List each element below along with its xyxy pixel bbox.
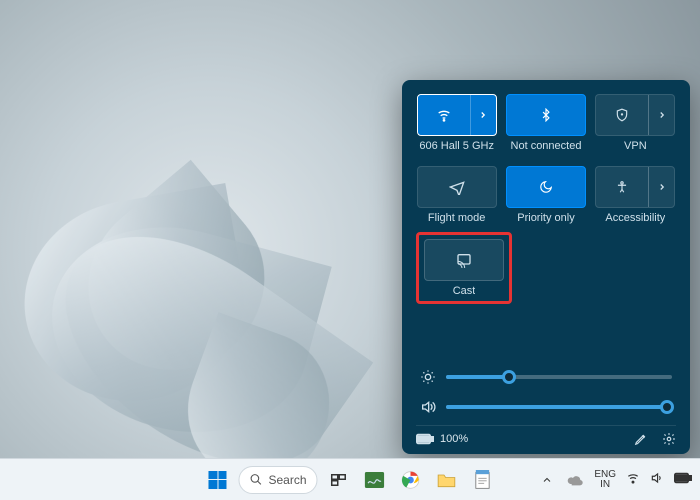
volume-icon <box>420 399 436 415</box>
notepad-app[interactable] <box>468 465 498 495</box>
chevron-right-icon <box>657 110 667 120</box>
chevron-up-icon <box>541 474 553 486</box>
cast-icon <box>456 252 472 268</box>
pinned-app-1[interactable] <box>360 465 390 495</box>
tray-network[interactable] <box>626 471 640 488</box>
flight-mode-tile[interactable] <box>417 166 497 208</box>
brightness-icon <box>420 369 436 385</box>
cast-label: Cast <box>453 285 476 297</box>
battery-percent-text: 100% <box>440 433 468 445</box>
pencil-icon <box>634 432 648 446</box>
folder-icon <box>437 471 457 489</box>
chrome-icon <box>401 470 421 490</box>
accessibility-toggle[interactable] <box>596 167 648 207</box>
accessibility-tile[interactable] <box>595 166 675 208</box>
taskbar-search[interactable]: Search <box>238 466 317 494</box>
file-explorer-app[interactable] <box>432 465 462 495</box>
bluetooth-icon <box>539 108 553 122</box>
task-view-button[interactable] <box>324 465 354 495</box>
battery-icon <box>416 433 434 445</box>
tray-overflow-button[interactable] <box>538 465 556 495</box>
volume-icon <box>650 471 664 485</box>
search-icon <box>249 473 262 486</box>
taskbar: Search <box>0 458 700 500</box>
focus-tile[interactable] <box>506 166 586 208</box>
accessibility-icon <box>615 180 629 194</box>
vpn-tile[interactable] <box>595 94 675 136</box>
task-view-icon <box>330 471 348 489</box>
shield-icon <box>615 108 629 122</box>
notepad-icon <box>474 470 492 490</box>
search-placeholder: Search <box>268 473 306 487</box>
cast-tile[interactable] <box>424 239 504 281</box>
app-icon <box>365 472 385 488</box>
moon-icon <box>539 180 553 194</box>
wifi-icon <box>626 471 640 485</box>
vpn-expand-button[interactable] <box>648 95 674 135</box>
quick-settings-footer: 100% <box>416 425 676 446</box>
quick-tiles-grid: 606 Hall 5 GHz Not connected VPN <box>416 94 676 224</box>
vpn-toggle[interactable] <box>596 95 648 135</box>
edit-quick-settings-button[interactable] <box>634 432 648 446</box>
language-indicator[interactable]: ENG IN <box>594 470 616 490</box>
cast-highlight-annotation: Cast <box>416 232 512 304</box>
gear-icon <box>662 432 676 446</box>
accessibility-expand-button[interactable] <box>648 167 674 207</box>
bluetooth-tile[interactable] <box>506 94 586 136</box>
volume-track[interactable] <box>446 405 672 409</box>
accessibility-label: Accessibility <box>605 212 665 224</box>
airplane-icon <box>449 179 465 195</box>
quick-settings-panel: 606 Hall 5 GHz Not connected VPN <box>402 80 690 454</box>
windows-logo-icon <box>208 471 226 489</box>
wifi-icon <box>436 107 452 123</box>
language-bottom: IN <box>600 480 610 490</box>
desktop-wallpaper: 606 Hall 5 GHz Not connected VPN <box>0 0 700 500</box>
cloud-icon <box>567 474 583 486</box>
tray-onedrive[interactable] <box>566 465 584 495</box>
focus-label: Priority only <box>517 212 574 224</box>
tray-volume[interactable] <box>650 471 664 488</box>
wifi-expand-button[interactable] <box>470 95 496 135</box>
brightness-track[interactable] <box>446 375 672 379</box>
battery-icon <box>674 472 692 484</box>
vpn-label: VPN <box>624 140 647 152</box>
chrome-app[interactable] <box>396 465 426 495</box>
tray-battery[interactable] <box>674 472 692 487</box>
start-button[interactable] <box>202 465 232 495</box>
wifi-label: 606 Hall 5 GHz <box>419 140 494 152</box>
brightness-slider[interactable] <box>420 369 672 385</box>
volume-slider[interactable] <box>420 399 672 415</box>
language-top: ENG <box>594 470 616 480</box>
bluetooth-label: Not connected <box>511 140 582 152</box>
chevron-right-icon <box>657 182 667 192</box>
wifi-toggle[interactable] <box>418 95 470 135</box>
all-settings-button[interactable] <box>662 432 676 446</box>
flight-mode-label: Flight mode <box>428 212 485 224</box>
chevron-right-icon <box>478 110 488 120</box>
wifi-tile[interactable] <box>417 94 497 136</box>
